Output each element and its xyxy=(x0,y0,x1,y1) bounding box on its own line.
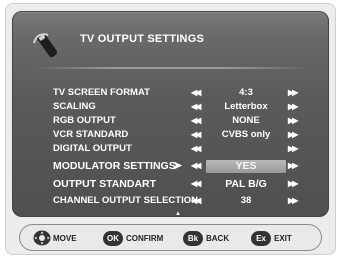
hint-move: MOVE xyxy=(33,230,77,246)
row-label: RGB OUTPUT xyxy=(53,115,116,126)
row-label: CHANNEL OUTPUT SELECTION xyxy=(53,195,198,206)
dpad-icon xyxy=(33,230,51,246)
row-value: NONE xyxy=(232,115,260,126)
settings-panel: TV OUTPUT SETTINGS TV SCREEN FORMAT ◀◀ 4… xyxy=(12,11,329,217)
title-divider xyxy=(28,67,313,69)
arrow-right-icon[interactable]: ▶▶ xyxy=(288,86,298,100)
page-title: TV OUTPUT SETTINGS xyxy=(80,33,204,45)
hint-confirm-label: CONFIRM xyxy=(126,233,164,243)
arrow-left-icon[interactable]: ◀◀ xyxy=(191,142,201,156)
menu-row-tv-screen-format[interactable]: TV SCREEN FORMAT ◀◀ 4:3 ▶▶ xyxy=(26,86,318,100)
row-label: OUTPUT STANDART xyxy=(53,178,157,190)
row-label: MODULATOR SETTINGS xyxy=(53,160,176,172)
row-label: DIGITAL OUTPUT xyxy=(53,143,132,154)
arrow-left-icon[interactable]: ◀◀ xyxy=(191,86,201,100)
hint-exit: Ex EXIT xyxy=(251,230,292,246)
menu-row-rgb-output[interactable]: RGB OUTPUT ◀◀ NONE ▶▶ xyxy=(26,114,318,128)
row-value: Letterbox xyxy=(224,101,268,112)
row-label: TV SCREEN FORMAT xyxy=(53,87,150,98)
menu-row-channel-output-selection[interactable]: CHANNEL OUTPUT SELECTION ◀◀ 38 ▶▶ xyxy=(26,194,318,208)
arrow-left-icon[interactable]: ◀◀ xyxy=(191,194,201,208)
arrow-left-icon[interactable]: ◀◀ xyxy=(191,100,201,114)
tv-remote-icon xyxy=(33,33,58,58)
menu-row-scaling[interactable]: SCALING ◀◀ Letterbox ▶▶ xyxy=(26,100,318,114)
arrow-right-icon[interactable]: ▶▶ xyxy=(288,159,298,173)
hint-confirm: OK CONFIRM xyxy=(103,230,163,246)
row-label: VCR STANDARD xyxy=(53,129,129,140)
button-hint-bar: MOVE OK CONFIRM Bk BACK Ex EXIT xyxy=(19,224,322,251)
menu-row-vcr-standard[interactable]: VCR STANDARD ◀◀ CVBS only ▶▶ xyxy=(26,128,318,142)
menu-row-modulator-settings[interactable]: MODULATOR SETTINGS ➤ ◀◀ YES ▶▶ xyxy=(26,159,318,173)
arrow-right-icon[interactable]: ▶▶ xyxy=(288,177,298,191)
menu-row-output-standart[interactable]: OUTPUT STANDART ◀◀ PAL B/G ▶▶ xyxy=(26,177,318,191)
hint-back: Bk BACK xyxy=(183,230,229,246)
arrow-left-icon[interactable]: ◀◀ xyxy=(191,128,201,142)
scroll-caret-icon: ▲ xyxy=(175,211,181,217)
arrow-right-icon[interactable]: ▶▶ xyxy=(288,128,298,142)
row-value: 38 xyxy=(240,195,252,206)
ok-button-icon: OK xyxy=(103,230,123,246)
selection-pointer-icon: ➤ xyxy=(173,160,183,172)
arrow-left-icon[interactable]: ◀◀ xyxy=(191,177,201,191)
row-label: SCALING xyxy=(53,101,96,112)
title-bar: TV OUTPUT SETTINGS xyxy=(12,11,329,69)
menu-row-digital-output[interactable]: DIGITAL OUTPUT ◀◀ ▶▶ xyxy=(26,142,318,156)
exit-button-icon: Ex xyxy=(251,230,271,246)
arrow-left-icon[interactable]: ◀◀ xyxy=(191,114,201,128)
row-value: PAL B/G xyxy=(225,178,267,190)
hint-back-label: BACK xyxy=(206,233,230,243)
tv-screen: TV OUTPUT SETTINGS TV SCREEN FORMAT ◀◀ 4… xyxy=(5,3,336,255)
arrow-right-icon[interactable]: ▶▶ xyxy=(288,114,298,128)
hint-move-label: MOVE xyxy=(53,233,77,243)
row-value: 4:3 xyxy=(239,87,253,98)
arrow-left-icon[interactable]: ◀◀ xyxy=(191,159,201,173)
hint-exit-label: EXIT xyxy=(274,233,292,243)
back-button-icon: Bk xyxy=(183,230,203,246)
arrow-right-icon[interactable]: ▶▶ xyxy=(288,100,298,114)
arrow-right-icon[interactable]: ▶▶ xyxy=(288,142,298,156)
row-value-selected: YES xyxy=(206,160,286,173)
row-value: CVBS only xyxy=(221,129,271,140)
arrow-right-icon[interactable]: ▶▶ xyxy=(288,194,298,208)
